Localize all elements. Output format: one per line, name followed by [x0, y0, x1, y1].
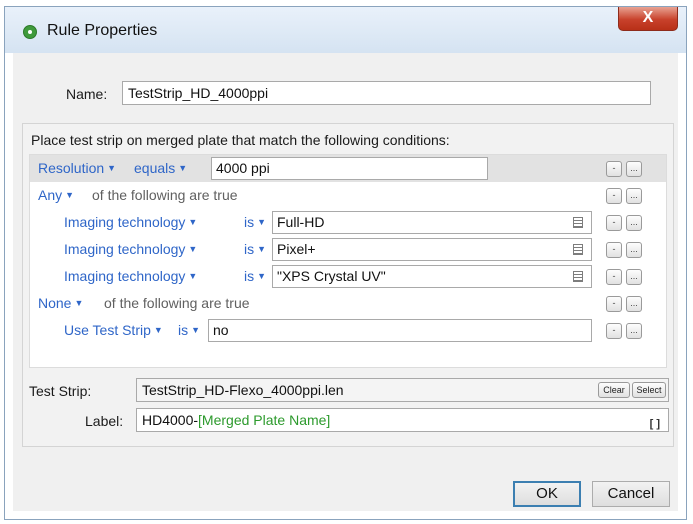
none-quantifier-dropdown[interactable]: None ▼ [38, 295, 83, 311]
list-icon[interactable] [573, 217, 583, 228]
any-quantifier-dropdown[interactable]: Any ▼ [38, 187, 74, 203]
condition-options-button[interactable]: ... [626, 242, 642, 258]
condition-options-button[interactable]: ... [626, 269, 642, 285]
remove-condition-button[interactable]: - [606, 188, 622, 204]
condition-field-dropdown[interactable]: Resolution ▼ [38, 160, 116, 176]
settings-icon [23, 25, 37, 39]
condition-value-input[interactable]: "XPS Crystal UV" [272, 265, 592, 288]
name-label: Name: [66, 86, 108, 102]
list-icon[interactable] [573, 244, 583, 255]
condition-value-input[interactable]: Pixel+ [272, 238, 592, 261]
remove-condition-button[interactable]: - [606, 269, 622, 285]
title-bar: Rule Properties X [5, 7, 686, 53]
test-strip-label: Test Strip: [29, 383, 92, 399]
label-variable: [Merged Plate Name] [198, 412, 331, 428]
condition-field-dropdown[interactable]: Use Test Strip ▼ [64, 322, 163, 338]
test-strip-value: TestStrip_HD-Flexo_4000ppi.len [142, 382, 344, 398]
name-input[interactable]: TestStrip_HD_4000ppi [122, 81, 651, 105]
condition-operator-dropdown[interactable]: is ▼ [244, 268, 266, 284]
condition-options-button[interactable]: ... [626, 215, 642, 231]
condition-value-input[interactable]: Full-HD [272, 211, 592, 234]
ok-button[interactable]: OK [513, 481, 581, 507]
remove-condition-button[interactable]: - [606, 242, 622, 258]
dialog-body: Name: TestStrip_HD_4000ppi Place test st… [13, 53, 678, 511]
group-suffix-text: of the following are true [104, 295, 250, 311]
clear-button[interactable]: Clear [598, 382, 630, 398]
condition-options-button[interactable]: ... [626, 188, 642, 204]
condition-options-button[interactable]: ... [626, 323, 642, 339]
condition-operator-dropdown[interactable]: is ▼ [244, 241, 266, 257]
conditions-group: Place test strip on merged plate that ma… [22, 123, 674, 447]
label-input[interactable]: HD4000-[Merged Plate Name] [ ] [136, 408, 669, 432]
window-title: Rule Properties [47, 22, 158, 39]
conditions-heading: Place test strip on merged plate that ma… [31, 132, 450, 148]
condition-operator-dropdown[interactable]: is ▼ [244, 214, 266, 230]
condition-options-button[interactable]: ... [626, 161, 642, 177]
condition-field-dropdown[interactable]: Imaging technology ▼ [64, 214, 197, 230]
condition-field-dropdown[interactable]: Imaging technology ▼ [64, 268, 197, 284]
remove-condition-button[interactable]: - [606, 161, 622, 177]
label-field-label: Label: [85, 413, 124, 429]
label-prefix: HD4000- [142, 412, 199, 428]
select-button[interactable]: Select [632, 382, 666, 398]
condition-operator-dropdown[interactable]: equals ▼ [134, 160, 187, 176]
test-strip-field: TestStrip_HD-Flexo_4000ppi.len [136, 378, 669, 402]
condition-value-input[interactable]: no [208, 319, 592, 342]
close-button[interactable]: X [618, 7, 678, 31]
rule-properties-dialog: Rule Properties X Name: TestStrip_HD_400… [4, 6, 687, 520]
cancel-button[interactable]: Cancel [592, 481, 670, 507]
bracket-icon[interactable]: [ ] [650, 413, 660, 435]
condition-operator-dropdown[interactable]: is ▼ [178, 322, 200, 338]
remove-condition-button[interactable]: - [606, 323, 622, 339]
group-suffix-text: of the following are true [92, 187, 238, 203]
remove-condition-button[interactable]: - [606, 215, 622, 231]
conditions-list: Resolution ▼ equals ▼ 4000 ppi - ... Any ▼ … [29, 154, 667, 368]
list-icon[interactable] [573, 271, 583, 282]
condition-field-dropdown[interactable]: Imaging technology ▼ [64, 241, 197, 257]
condition-options-button[interactable]: ... [626, 296, 642, 312]
remove-condition-button[interactable]: - [606, 296, 622, 312]
condition-value-input[interactable]: 4000 ppi [211, 157, 488, 180]
